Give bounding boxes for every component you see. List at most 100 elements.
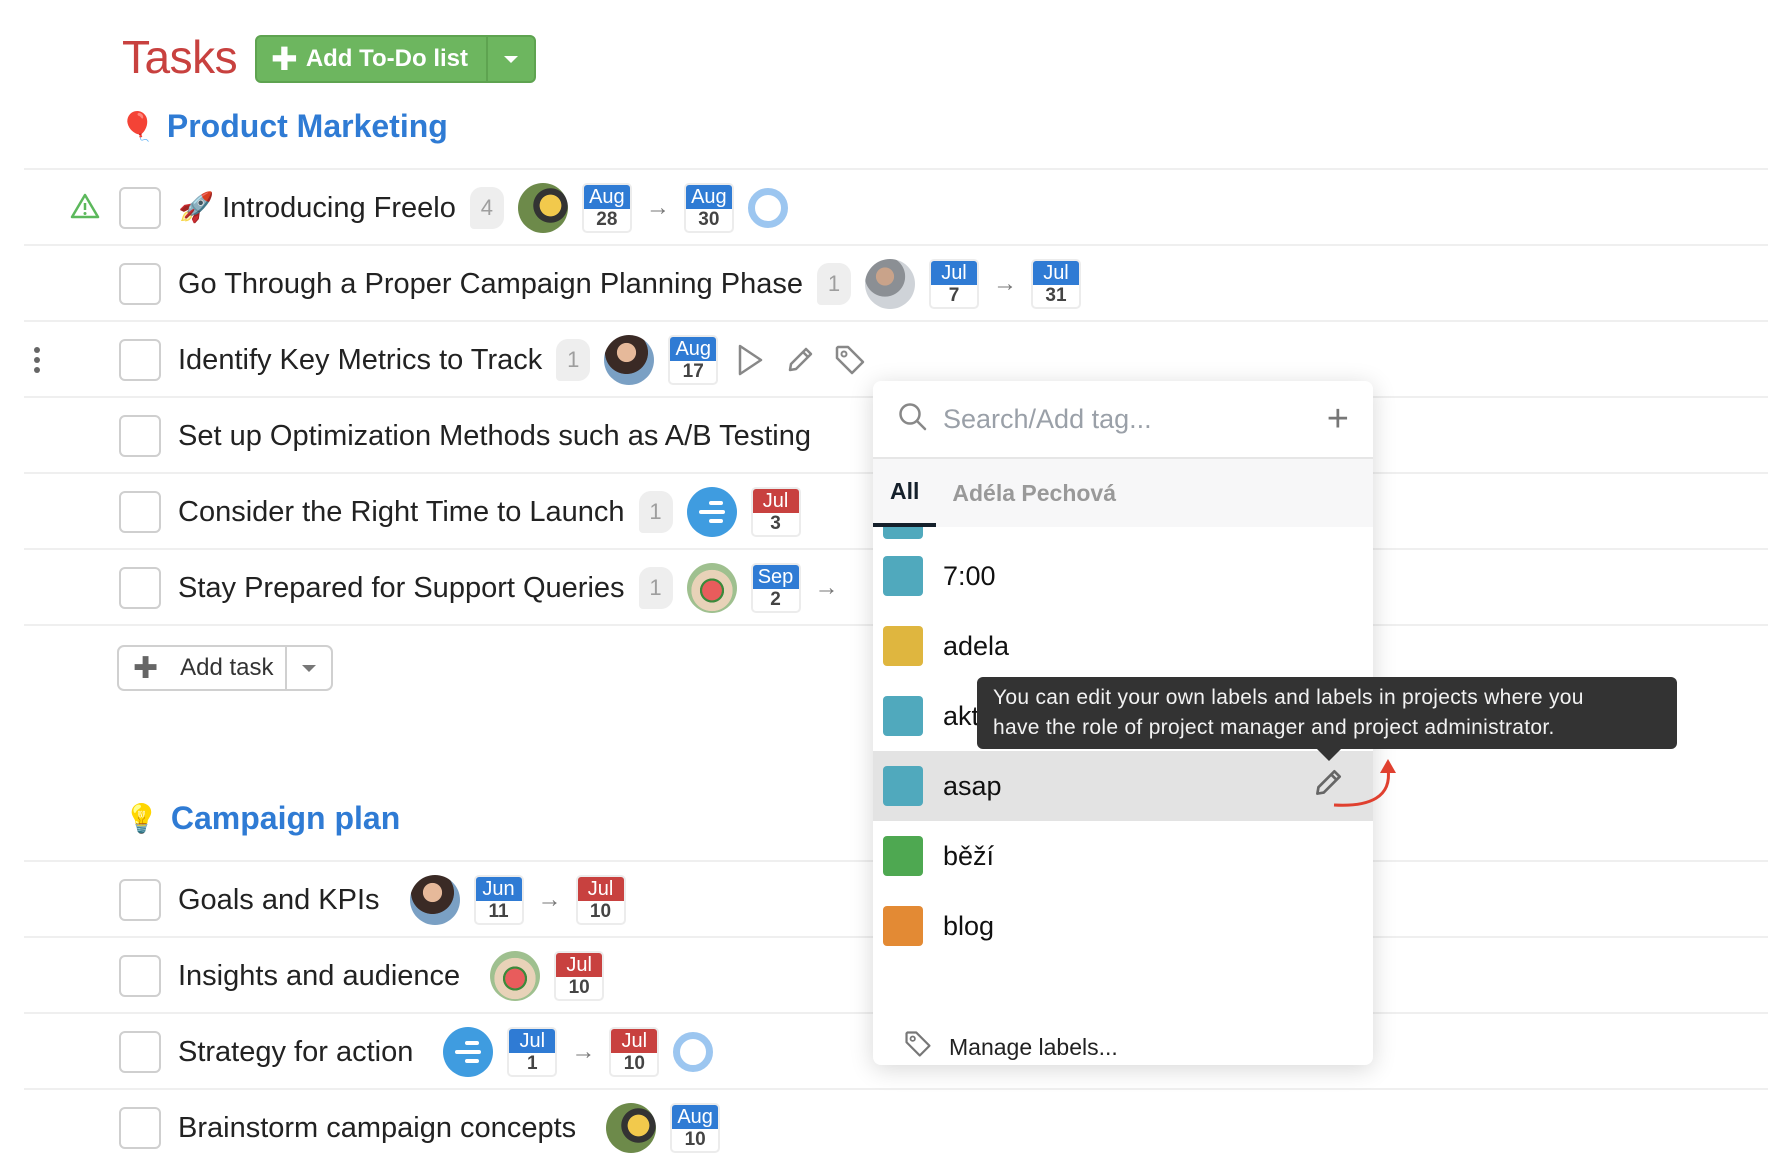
date-month: Jul: [577, 877, 624, 901]
add-todo-list-dropdown[interactable]: [488, 55, 534, 63]
arrow-right-icon: →: [645, 194, 670, 221]
tag-search-input[interactable]: [943, 403, 1313, 435]
balloon-icon: 🎈: [120, 111, 155, 142]
add-task-dropdown[interactable]: [287, 664, 331, 672]
add-task-label: Add task: [180, 654, 274, 681]
tag-swatch: [883, 906, 923, 946]
task-title[interactable]: Set up Optimization Methods such as A/B …: [178, 420, 811, 453]
due-date[interactable]: Jul 10: [575, 875, 626, 925]
start-date[interactable]: Aug 28: [581, 183, 632, 233]
task-title[interactable]: Strategy for action: [178, 1036, 413, 1069]
due-date[interactable]: Aug 30: [683, 183, 734, 233]
tag-list[interactable]: 7:00 adela akt asap běží blog: [873, 527, 1373, 1007]
add-task-button[interactable]: ✚ Add task: [117, 645, 333, 691]
task-checkbox[interactable]: [119, 415, 161, 457]
date-day: 10: [568, 977, 590, 998]
todo-list-title[interactable]: 🎈 Product Marketing: [120, 108, 448, 145]
subtask-count-badge[interactable]: 4: [469, 187, 504, 229]
start-date[interactable]: Sep 2: [750, 563, 801, 613]
task-checkbox[interactable]: [119, 879, 161, 921]
arrow-right-icon: →: [571, 1038, 596, 1065]
tag-swatch: [883, 626, 923, 666]
tooltip: You can edit your own labels and labels …: [977, 677, 1677, 749]
start-date[interactable]: Jul 7: [928, 259, 979, 309]
avatar[interactable]: [604, 335, 655, 385]
task-title[interactable]: Go Through a Proper Campaign Planning Ph…: [178, 268, 803, 301]
progress-ring-icon[interactable]: [747, 188, 788, 228]
progress-ring-icon[interactable]: [673, 1032, 714, 1072]
tooltip-line: have the role of project manager and pro…: [993, 716, 1555, 739]
annotation-arrow-icon: [1333, 759, 1396, 807]
subtask-count-badge[interactable]: 1: [816, 263, 851, 305]
task-title[interactable]: 🚀 Introducing Freelo: [178, 191, 456, 225]
date-month: Jul: [930, 261, 977, 285]
task-row[interactable]: 🚀 Introducing Freelo 4 Aug 28 → Aug 30: [0, 170, 1768, 246]
task-row[interactable]: Brainstorm campaign concepts Aug 10: [0, 1090, 1768, 1164]
task-title[interactable]: Insights and audience: [178, 960, 460, 993]
date-day: 10: [589, 901, 612, 922]
start-date[interactable]: Jul 1: [507, 1027, 558, 1077]
task-checkbox[interactable]: [119, 1107, 161, 1149]
todo-list-title[interactable]: 💡 Campaign plan: [124, 800, 400, 837]
task-checkbox[interactable]: [119, 491, 161, 533]
tag-label: adela: [943, 630, 1010, 661]
due-date[interactable]: Jul 31: [1030, 259, 1081, 309]
due-date[interactable]: Jul 3: [750, 487, 801, 537]
subtask-count-badge[interactable]: 1: [556, 339, 591, 381]
tab-all[interactable]: All: [873, 459, 937, 527]
play-icon[interactable]: [732, 342, 768, 378]
plus-icon: ✚: [271, 41, 298, 77]
start-date[interactable]: Jun 11: [473, 875, 524, 925]
task-checkbox[interactable]: [119, 339, 161, 381]
due-date[interactable]: Jul 10: [554, 951, 605, 1001]
date-month: Sep: [752, 565, 799, 589]
drag-handle-icon[interactable]: [34, 347, 40, 373]
subtask-count-badge[interactable]: 1: [638, 491, 673, 533]
add-tag-plus-icon[interactable]: +: [1327, 400, 1349, 438]
tag-swatch: [883, 696, 923, 736]
task-checkbox[interactable]: [119, 955, 161, 997]
task-checkbox[interactable]: [119, 567, 161, 609]
due-date[interactable]: Aug 17: [668, 335, 719, 385]
task-checkbox[interactable]: [119, 187, 161, 229]
tag-item[interactable]: asap: [873, 751, 1373, 821]
avatar[interactable]: [409, 875, 460, 925]
avatar[interactable]: [864, 259, 915, 309]
avatar[interactable]: [490, 951, 541, 1001]
pencil-icon[interactable]: [782, 342, 818, 378]
tag-item[interactable]: blog: [873, 891, 1373, 961]
add-todo-list-main[interactable]: ✚ Add To-Do list: [257, 37, 488, 81]
task-checkbox[interactable]: [119, 263, 161, 305]
date-month: Aug: [685, 185, 732, 209]
unassigned-lines-icon[interactable]: [686, 487, 737, 537]
tab-user[interactable]: Adéla Pechová: [936, 459, 1132, 527]
due-date[interactable]: Jul 10: [609, 1027, 660, 1077]
manage-labels-link[interactable]: Manage labels...: [873, 1007, 1373, 1065]
task-title[interactable]: Brainstorm campaign concepts: [178, 1112, 576, 1145]
unassigned-lines-icon[interactable]: [443, 1027, 494, 1077]
warning-icon[interactable]: [70, 192, 100, 225]
date-month: Jun: [475, 877, 522, 901]
task-title[interactable]: Identify Key Metrics to Track: [178, 344, 542, 377]
task-checkbox[interactable]: [119, 1031, 161, 1073]
add-todo-list-button[interactable]: ✚ Add To-Do list: [255, 35, 536, 83]
task-title[interactable]: Consider the Right Time to Launch: [178, 496, 625, 529]
task-title[interactable]: Stay Prepared for Support Queries: [178, 572, 625, 605]
subtask-count-badge[interactable]: 1: [638, 567, 673, 609]
tag-item[interactable]: adela: [873, 611, 1373, 681]
todo-list-title-text[interactable]: Product Marketing: [167, 108, 448, 145]
task-row[interactable]: Go Through a Proper Campaign Planning Ph…: [0, 246, 1768, 322]
avatar[interactable]: [686, 563, 737, 613]
todo-list-title-text[interactable]: Campaign plan: [171, 800, 400, 837]
date-day: 10: [623, 1053, 645, 1074]
task-title[interactable]: Goals and KPIs: [178, 884, 380, 917]
tag-icon[interactable]: [832, 342, 868, 378]
chevron-down-icon: [504, 55, 518, 63]
add-task-main[interactable]: ✚ Add task: [119, 647, 287, 689]
due-date[interactable]: Aug 10: [670, 1103, 721, 1153]
tag-item[interactable]: běží: [873, 821, 1373, 891]
tag-label: 7:00: [943, 560, 996, 591]
tag-item[interactable]: 7:00: [873, 541, 1373, 611]
avatar[interactable]: [606, 1103, 657, 1153]
avatar[interactable]: [517, 183, 568, 233]
